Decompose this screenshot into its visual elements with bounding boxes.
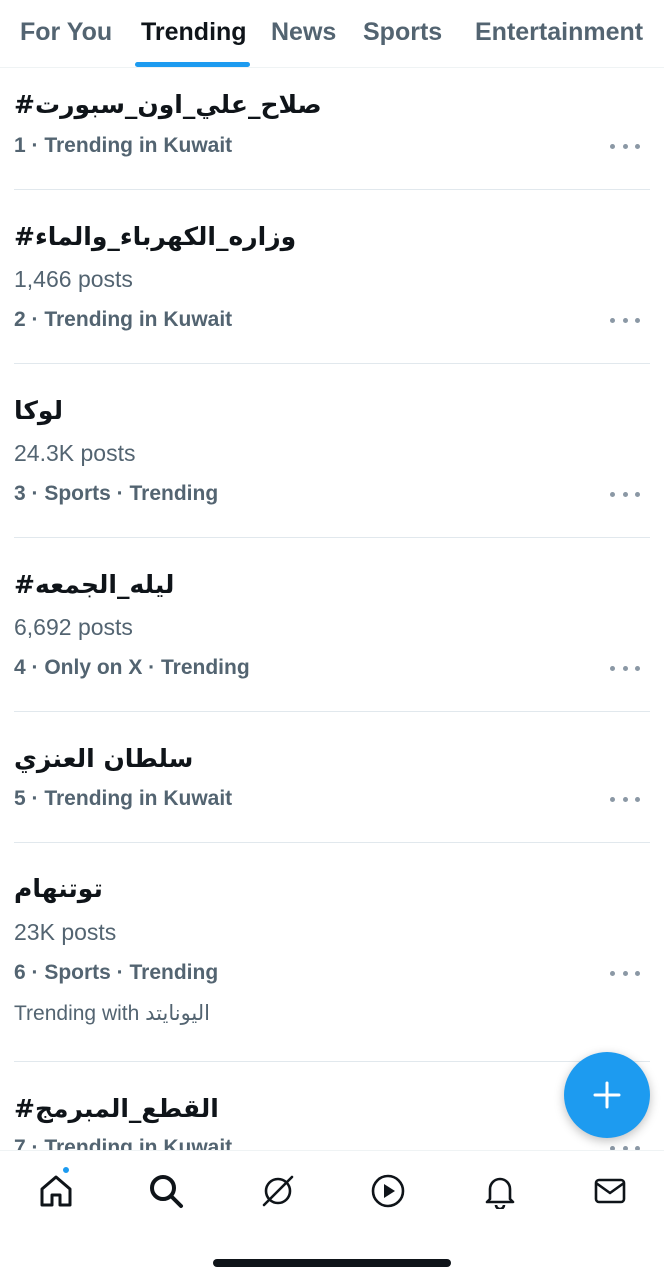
more-options-icon[interactable] [610, 313, 640, 327]
home-icon [40, 1175, 72, 1207]
divider [14, 711, 650, 712]
trend-meta: 5 · Trending in Kuwait [14, 787, 233, 810]
home-indicator [213, 1259, 451, 1267]
more-options-icon[interactable] [610, 966, 640, 980]
divider [14, 189, 650, 190]
trend-title: #ليله_الجمعه [14, 570, 175, 599]
bell-icon [485, 1177, 515, 1209]
trend-meta: 4 · Only on X · Trending [14, 656, 250, 679]
trend-title: #القطع_المبرمج [14, 1094, 219, 1123]
trending-with-text: Trending with اليونايتد [14, 1002, 210, 1025]
nav-home[interactable] [34, 1165, 78, 1213]
nav-video[interactable] [366, 1169, 410, 1213]
nav-messages[interactable] [588, 1169, 632, 1213]
tab-trending[interactable]: Trending [141, 18, 247, 47]
tab-sports[interactable]: Sports [363, 18, 442, 47]
play-icon [371, 1174, 405, 1208]
trend-meta: 3 · Sports · Trending [14, 482, 219, 505]
notification-dot [61, 1165, 71, 1175]
divider [14, 1061, 650, 1062]
tab-news[interactable]: News [271, 18, 336, 47]
trend-post-count: 6,692 posts [14, 614, 133, 640]
trend-post-count: 24.3K posts [14, 440, 136, 466]
trend-title: لوكا [14, 396, 63, 425]
more-options-icon[interactable] [610, 792, 640, 806]
trend-title: توتنهام [14, 874, 103, 903]
divider [14, 842, 650, 843]
mail-icon [594, 1178, 626, 1204]
compose-post-button[interactable] [564, 1052, 650, 1138]
tab-entertainment[interactable]: Entertainment [475, 18, 643, 47]
more-options-icon[interactable] [610, 139, 640, 153]
tab-bar: For You Trending News Sports Entertainme… [0, 0, 664, 68]
trend-meta: 6 · Sports · Trending [14, 961, 219, 984]
nav-notifications[interactable] [478, 1169, 522, 1213]
trend-meta: 1 · Trending in Kuwait [14, 134, 233, 157]
divider [14, 537, 650, 538]
grok-icon [262, 1175, 294, 1207]
plus-icon [593, 1081, 621, 1109]
trend-title: #وزاره_الكهرباء_والماء [14, 222, 297, 251]
divider [14, 363, 650, 364]
trend-post-count: 1,466 posts [14, 266, 133, 292]
more-options-icon[interactable] [610, 487, 640, 501]
nav-grok[interactable] [256, 1169, 300, 1213]
trend-meta: 2 · Trending in Kuwait [14, 308, 233, 331]
trend-title: سلطان العنزي [14, 744, 194, 773]
active-tab-indicator [135, 62, 250, 67]
more-options-icon[interactable] [610, 661, 640, 675]
trend-title: #صلاح_علي_اون_سبورت [14, 90, 322, 119]
trend-post-count: 23K posts [14, 919, 117, 945]
search-icon [150, 1175, 183, 1208]
tab-for-you[interactable]: For You [20, 18, 112, 47]
nav-search[interactable] [144, 1169, 188, 1213]
